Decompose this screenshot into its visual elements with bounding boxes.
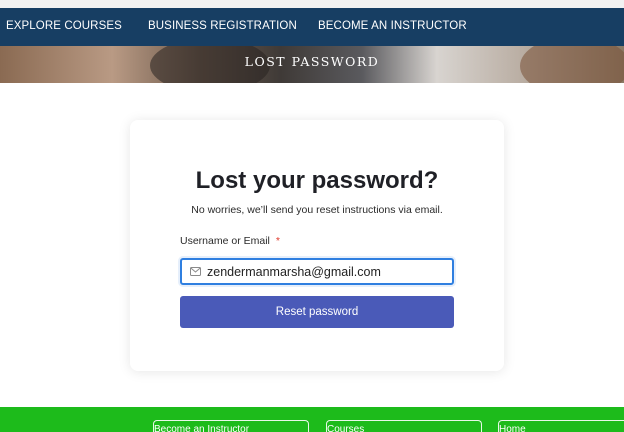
- reset-password-button[interactable]: Reset password: [180, 296, 454, 328]
- nav-become-instructor[interactable]: BECOME AN INSTRUCTOR: [318, 20, 467, 32]
- mail-icon: [190, 267, 201, 276]
- footer-link-courses[interactable]: Courses: [326, 420, 482, 432]
- footer: Become an Instructor Courses Home: [0, 407, 624, 432]
- username-email-field[interactable]: [180, 258, 454, 285]
- hero-banner: LOST PASSWORD: [0, 46, 624, 83]
- page-title: LOST PASSWORD: [244, 54, 380, 69]
- username-email-label: Username or Email *: [180, 235, 280, 247]
- username-email-input[interactable]: [207, 262, 447, 282]
- main-nav: EXPLORE COURSES BUSINESS REGISTRATION BE…: [0, 8, 624, 46]
- lost-password-card: Lost your password? No worries, we’ll se…: [130, 120, 504, 371]
- field-label-text: Username or Email: [180, 235, 270, 247]
- footer-link-home[interactable]: Home: [498, 420, 624, 432]
- nav-explore-courses[interactable]: EXPLORE COURSES: [6, 20, 122, 32]
- nav-business-registration[interactable]: BUSINESS REGISTRATION: [148, 20, 297, 32]
- footer-link-become-instructor[interactable]: Become an Instructor: [153, 420, 309, 432]
- card-subtitle: No worries, we’ll send you reset instruc…: [191, 204, 443, 216]
- required-marker: *: [275, 235, 280, 247]
- card-title: Lost your password?: [195, 167, 439, 194]
- top-strip: [0, 0, 624, 8]
